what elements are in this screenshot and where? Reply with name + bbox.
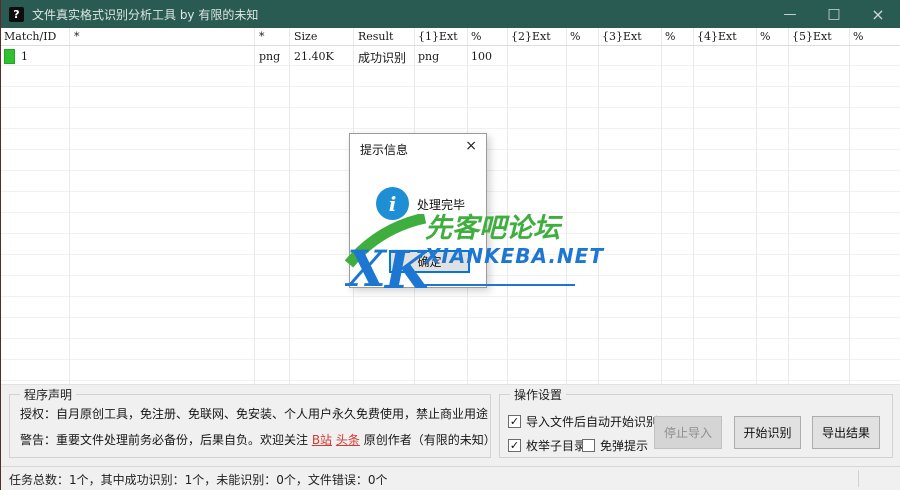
- auto-recognize-option: ✓ 导入文件后自动开始识别: [508, 413, 658, 430]
- minimize-icon[interactable]: —: [768, 0, 812, 28]
- column-divider: [254, 28, 255, 384]
- titlebar: ? 文件真实格式识别分析工具 by 有限的未知 — □ ×: [1, 0, 900, 28]
- column-header-pct5[interactable]: %: [853, 30, 863, 43]
- column-header-ext5[interactable]: {5}Ext: [792, 30, 832, 43]
- column-header-ext2[interactable]: {2}Ext: [511, 30, 551, 43]
- warning-text-prefix: 警告：重要文件处理前务必备份，后果自负。欢迎关注: [20, 433, 312, 447]
- cell-ext: png: [259, 50, 280, 63]
- column-header-filename[interactable]: *: [74, 30, 80, 43]
- match-indicator: [4, 49, 15, 64]
- subdir-label: 枚举子目录: [526, 437, 586, 454]
- column-header-pct3[interactable]: %: [665, 30, 675, 43]
- stop-import-button[interactable]: 停止导入: [654, 416, 722, 449]
- subdir-option: ✓ 枚举子目录: [508, 437, 586, 454]
- nopopup-label: 免弹提示: [600, 437, 648, 454]
- auto-recognize-label: 导入文件后自动开始识别: [526, 413, 658, 430]
- column-divider: [788, 28, 789, 384]
- toutiao-link[interactable]: 头条: [336, 433, 360, 447]
- column-header-ext3[interactable]: {3}Ext: [602, 30, 642, 43]
- column-header-result[interactable]: Result: [358, 30, 393, 43]
- export-results-button[interactable]: 导出结果: [812, 416, 880, 449]
- start-recognize-button[interactable]: 开始识别: [734, 416, 801, 449]
- column-header-match-id[interactable]: Match/ID: [4, 30, 56, 43]
- cell-result: 成功识别: [358, 49, 406, 66]
- window-title: 文件真实格式识别分析工具 by 有限的未知: [32, 6, 258, 23]
- column-divider: [849, 28, 850, 384]
- column-divider: [507, 28, 508, 384]
- message-dialog: 提示信息 × i 处理完毕 确定: [349, 133, 487, 288]
- table-row[interactable]: 1 png 21.40K 成功识别 png 100: [1, 46, 900, 67]
- warning-line: 警告：重要文件处理前务必备份，后果自负。欢迎关注 B站 头条 原创作者（有限的未…: [20, 431, 496, 448]
- column-header-size[interactable]: Size: [294, 30, 317, 43]
- info-icon: i: [376, 187, 409, 220]
- ok-button[interactable]: 确定: [389, 250, 470, 273]
- cell-ext1: png: [418, 50, 439, 63]
- maximize-icon[interactable]: □: [812, 0, 856, 28]
- dialog-message: 处理完毕: [417, 196, 465, 213]
- statusbar: 任务总数：1个，其中成功识别：1个，未能识别：0个，文件错误：0个: [1, 466, 900, 490]
- app-window: ? 文件真实格式识别分析工具 by 有限的未知 — □ × Match/ID *…: [0, 0, 900, 490]
- window-controls: — □ ×: [768, 0, 900, 28]
- dialog-close-icon[interactable]: ×: [465, 138, 477, 154]
- license-line: 授权：自月原创工具，免注册、免联网、免安装、个人用户永久免费使用，禁止商业用途: [20, 405, 488, 422]
- table-header-row: Match/ID * * Size Result {1}Ext % {2}Ext…: [1, 28, 900, 46]
- bilibili-link[interactable]: B站: [312, 433, 332, 447]
- close-icon[interactable]: ×: [856, 0, 900, 28]
- column-divider: [598, 28, 599, 384]
- column-header-ext1[interactable]: {1}Ext: [418, 30, 458, 43]
- column-divider: [566, 28, 567, 384]
- column-header-pct4[interactable]: %: [760, 30, 770, 43]
- warning-text-suffix: 原创作者（有限的未知）: [360, 433, 496, 447]
- dialog-title: 提示信息: [360, 141, 408, 158]
- task-summary: 任务总数：1个，其中成功识别：1个，未能识别：0个，文件错误：0个: [9, 471, 388, 488]
- column-divider: [661, 28, 662, 384]
- bottom-panel: 程序声明 授权：自月原创工具，免注册、免联网、免安装、个人用户永久免费使用，禁止…: [1, 384, 900, 466]
- column-divider: [289, 28, 290, 384]
- settings-groupbox: 操作设置 ✓ 导入文件后自动开始识别 ✓ 枚举子目录 免弹提示 停止导入 开始识…: [499, 394, 893, 458]
- column-divider: [756, 28, 757, 384]
- column-header-pct1[interactable]: %: [471, 30, 481, 43]
- app-icon: ?: [9, 7, 24, 22]
- subdir-checkbox[interactable]: ✓: [508, 439, 521, 452]
- column-header-ext[interactable]: *: [259, 30, 265, 43]
- cell-pct1: 100: [471, 50, 492, 63]
- auto-recognize-checkbox[interactable]: ✓: [508, 415, 521, 428]
- settings-legend: 操作设置: [510, 386, 566, 403]
- column-divider: [69, 28, 70, 384]
- cell-id: 1: [21, 50, 28, 63]
- cell-size: 21.40K: [294, 50, 334, 63]
- nopopup-option: 免弹提示: [582, 437, 648, 454]
- declaration-legend: 程序声明: [20, 386, 76, 403]
- column-header-ext4[interactable]: {4}Ext: [697, 30, 737, 43]
- column-divider: [693, 28, 694, 384]
- declaration-groupbox: 程序声明 授权：自月原创工具，免注册、免联网、免安装、个人用户永久免费使用，禁止…: [9, 394, 491, 458]
- column-header-pct2[interactable]: %: [570, 30, 580, 43]
- nopopup-checkbox[interactable]: [582, 439, 595, 452]
- statusbar-divider: [858, 470, 859, 487]
